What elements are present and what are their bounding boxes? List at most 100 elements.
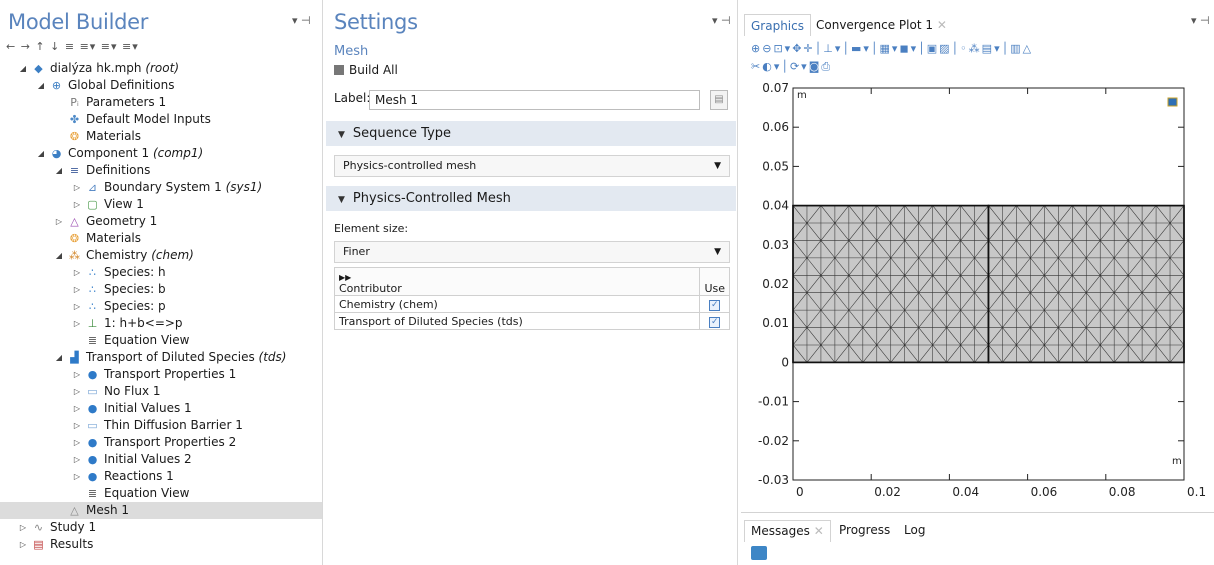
table-row[interactable]: Chemistry (chem) ✓ — [333, 295, 730, 313]
tree-item[interactable]: ▷ ∴ Species: h — [0, 264, 322, 281]
expand-arrow-icon[interactable]: ▷ — [18, 519, 28, 536]
transparency-icon[interactable]: ▣ — [927, 42, 939, 55]
expand-arrow-icon[interactable]: ▷ — [72, 366, 82, 383]
tree-item[interactable]: ◢ ⊕ Global Definitions — [0, 77, 322, 94]
print-icon[interactable]: ⎙ — [821, 60, 832, 73]
render-icon[interactable]: ▬▾ — [851, 42, 871, 55]
pan-icon[interactable]: ✛ — [803, 42, 814, 55]
tab-messages[interactable]: Messages ✕ — [744, 520, 831, 542]
model-builder-toolbar[interactable]: ← → ↑ ↓ ≡ ≡▾ ≡▾ ≡▾ — [6, 40, 139, 53]
clear-messages-icon[interactable] — [751, 546, 767, 560]
camera-icon[interactable]: ◙ — [809, 60, 822, 73]
tree-item[interactable]: ◢ ▟ Transport of Diluted Species (tds) — [0, 349, 322, 366]
tree-item[interactable]: ▷ ● Initial Values 2 — [0, 451, 322, 468]
zoom-out-icon[interactable]: ⊖ — [762, 42, 773, 55]
checkbox-checked-icon[interactable]: ✓ — [709, 317, 721, 328]
tree-item[interactable]: ▷ ▭ No Flux 1 — [0, 383, 322, 400]
tree-item[interactable]: ▷ ⊥ 1: h+b<=>p — [0, 315, 322, 332]
tree-item[interactable]: ◢ ◕ Component 1 (comp1) — [0, 145, 322, 162]
wireframe-icon[interactable]: ▨ — [939, 42, 951, 55]
selection-list-icon[interactable]: ▤▾ — [982, 42, 1002, 55]
tree-item[interactable]: ✤ Default Model Inputs — [0, 111, 322, 128]
expand-arrow-icon[interactable]: ▷ — [72, 451, 82, 468]
expand-arrow-icon[interactable]: ▷ — [72, 383, 82, 400]
expand-arrow-icon[interactable]: ▷ — [72, 434, 82, 451]
expand-arrow-icon[interactable]: ▷ — [72, 468, 82, 485]
checkbox-checked-icon[interactable]: ✓ — [709, 300, 721, 311]
collapse-arrow-icon[interactable]: ◢ — [36, 77, 46, 94]
pane-menu-icon[interactable]: ▾ ⊣ — [712, 14, 731, 27]
tab-log[interactable]: Log — [898, 520, 931, 542]
grid-icon[interactable]: ▥ — [1010, 42, 1022, 55]
expand-arrow-icon[interactable]: ▷ — [72, 400, 82, 417]
tree-item[interactable]: ▷ ● Initial Values 1 — [0, 400, 322, 417]
collapse-arrow-icon[interactable]: ◢ — [54, 162, 64, 179]
close-icon[interactable]: ✕ — [814, 524, 824, 538]
tree-item[interactable]: ◢ ⁂ Chemistry (chem) — [0, 247, 322, 264]
close-icon[interactable]: ✕ — [937, 18, 947, 32]
mesh-plot[interactable]: 0 0.02 0.04 0.06 0.08 0.1 0.07 0.06 0.05 0.04 0.03… — [741, 80, 1214, 505]
tree-item[interactable]: Pᵢ Parameters 1 — [0, 94, 322, 111]
tree-item[interactable]: ▷ ▭ Thin Diffusion Barrier 1 — [0, 417, 322, 434]
zoom-box-icon[interactable]: ⊡▾ — [773, 42, 792, 55]
tree-item[interactable]: ◢ ◆ dialýza hk.mph (root) — [0, 60, 322, 77]
tree-item[interactable]: ▷ ▢ View 1 — [0, 196, 322, 213]
tree-item[interactable]: ❂ Materials — [0, 230, 322, 247]
warning-icon[interactable]: △ — [1023, 42, 1033, 55]
tree-item[interactable]: ▷ ▤ Results — [0, 536, 322, 553]
expand-arrow-icon[interactable]: ▷ — [72, 298, 82, 315]
tree-item[interactable]: ◢ ≡ Definitions — [0, 162, 322, 179]
tab-graphics[interactable]: Graphics — [744, 14, 811, 36]
expand-arrow-icon[interactable]: ▷ — [72, 281, 82, 298]
tree-item[interactable]: ▷ ⊿ Boundary System 1 (sys1) — [0, 179, 322, 196]
tree-item[interactable]: ▷ ● Transport Properties 1 — [0, 366, 322, 383]
select-icon[interactable]: ▦▾ — [880, 42, 900, 55]
tree-item[interactable]: ▷ △ Geometry 1 — [0, 213, 322, 230]
tree-item[interactable]: ▷ ∴ Species: b — [0, 281, 322, 298]
pane-menu-icon[interactable]: ▾ ⊣ — [1191, 14, 1210, 27]
scene-light-icon[interactable]: ◦ — [960, 42, 969, 55]
expand-arrow-icon[interactable]: ▷ — [72, 196, 82, 213]
zoom-extents-icon[interactable]: ✥ — [792, 42, 803, 55]
pane-menu-icon[interactable]: ▾ ⊣ — [292, 14, 311, 27]
expand-arrow-icon[interactable]: ▷ — [72, 315, 82, 332]
view-icon[interactable]: ◼▾ — [899, 42, 918, 55]
axis-triad-icon[interactable] — [1167, 97, 1178, 107]
reset-view-icon[interactable]: ⟳▾ — [790, 60, 809, 73]
mesh-display-icon[interactable]: ⁂ — [969, 42, 982, 55]
collapse-arrow-icon[interactable]: ◢ — [18, 60, 28, 77]
expand-arrow-icon[interactable]: ▷ — [54, 213, 64, 230]
collapse-arrow-icon[interactable]: ◢ — [54, 349, 64, 366]
tree-item[interactable]: △ Mesh 1 — [0, 502, 322, 519]
tree-item[interactable]: ▷ ● Transport Properties 2 — [0, 434, 322, 451]
collapse-arrow-icon[interactable]: ◢ — [36, 145, 46, 162]
clear-selection-icon[interactable]: ✂ — [751, 60, 762, 73]
expand-arrow-icon[interactable]: ▷ — [72, 264, 82, 281]
section-physics-controlled-mesh[interactable]: ▼ Physics-Controlled Mesh — [326, 186, 736, 211]
tree-item[interactable]: ▷ ∿ Study 1 — [0, 519, 322, 536]
tab-convergence-plot[interactable]: Convergence Plot 1 ✕ — [810, 14, 953, 36]
tree-item[interactable]: ≣ Equation View — [0, 485, 322, 502]
tree-item[interactable]: ❂ Materials — [0, 128, 322, 145]
use-checkbox[interactable]: ✓ — [699, 312, 730, 330]
graphics-toolbar-row2[interactable]: ✂◐▾│⟳▾◙⎙ — [751, 60, 832, 74]
zoom-in-icon[interactable]: ⊕ — [751, 42, 762, 55]
collapse-arrow-icon[interactable]: ◢ — [54, 247, 64, 264]
use-checkbox[interactable]: ✓ — [699, 295, 730, 313]
tree-item[interactable]: ▷ ● Reactions 1 — [0, 468, 322, 485]
element-size-select[interactable]: Finer ▼ — [334, 241, 730, 263]
axis-icon[interactable]: ⊥▾ — [823, 42, 842, 55]
label-input[interactable]: Mesh 1 — [369, 90, 700, 110]
label-edit-button[interactable]: ▤ — [710, 90, 728, 110]
tree-item[interactable]: ≣ Equation View — [0, 332, 322, 349]
sequence-type-select[interactable]: Physics-controlled mesh ▼ — [334, 155, 730, 177]
build-all-button[interactable]: Build All — [334, 63, 398, 77]
highlight-icon[interactable]: ◐▾ — [762, 60, 781, 73]
expand-arrow-icon[interactable]: ▷ — [72, 417, 82, 434]
tab-progress[interactable]: Progress — [833, 520, 896, 542]
expand-arrow-icon[interactable]: ▷ — [18, 536, 28, 553]
graphics-toolbar[interactable]: ⊕⊖⊡▾✥✛│⊥▾│▬▾│▦▾◼▾│▣▨│◦⁂▤▾│▥△ — [751, 42, 1033, 55]
tree-item[interactable]: ▷ ∴ Species: p — [0, 298, 322, 315]
section-sequence-type[interactable]: ▼ Sequence Type — [326, 121, 736, 146]
expand-arrow-icon[interactable]: ▷ — [72, 179, 82, 196]
